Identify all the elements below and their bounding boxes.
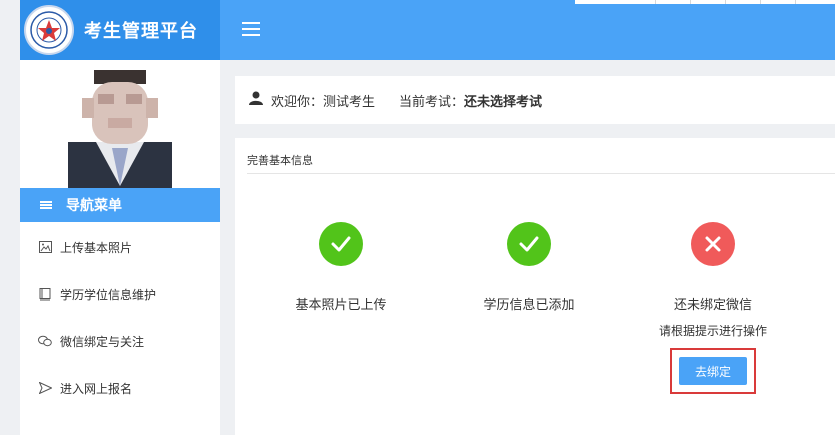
top-bar-strip — [575, 0, 835, 4]
sidebar-item-label: 微信绑定与关注 — [60, 334, 145, 349]
wechat-icon — [38, 334, 52, 348]
status-hint: 请根据提示进行操作 — [658, 324, 767, 338]
greeting-label: 欢迎你： — [271, 94, 324, 110]
image-icon — [38, 240, 52, 254]
nav-menu-title: 导航菜单 — [66, 198, 122, 214]
avatar — [66, 68, 174, 190]
send-icon — [38, 381, 52, 395]
nav-menu-header: 导航菜单 — [20, 188, 220, 222]
brand-header: 考生管理平台 — [20, 0, 220, 60]
status-label: 还未绑定微信 — [673, 298, 752, 313]
status-education-added: 学历信息已添加 — [459, 222, 599, 313]
check-icon — [507, 222, 551, 266]
sidebar-item-label: 上传基本照片 — [60, 240, 133, 255]
check-icon — [319, 222, 363, 266]
status-label: 基本照片已上传 — [295, 298, 387, 313]
book-icon — [38, 287, 52, 301]
emblem-icon — [30, 11, 68, 49]
user-name: 测试考生 — [323, 94, 376, 110]
current-exam-label: 当前考试： — [399, 94, 465, 110]
app-title: 考生管理平台 — [84, 21, 198, 42]
list-icon — [40, 201, 52, 209]
user-icon — [249, 91, 263, 109]
current-exam-value: 还未选择考试 — [464, 94, 543, 110]
logo — [24, 5, 74, 55]
sidebar-item-wechat[interactable]: 微信绑定与关注 — [20, 326, 220, 356]
close-icon — [691, 222, 735, 266]
welcome-bar: 欢迎你： 测试考生 当前考试： 还未选择考试 — [235, 76, 835, 124]
status-photo-uploaded: 基本照片已上传 — [271, 222, 411, 313]
bind-button-highlight: 去绑定 — [670, 348, 756, 394]
sidebar: 导航菜单 上传基本照片 学历学位信息维护 微信绑定与关注 进入网上报名 — [20, 60, 220, 435]
bind-wechat-button[interactable]: 去绑定 — [679, 357, 747, 385]
top-bar — [220, 0, 835, 60]
sidebar-item-label: 学历学位信息维护 — [60, 287, 157, 302]
card-title: 完善基本信息 — [247, 154, 313, 167]
sidebar-item-upload-photo[interactable]: 上传基本照片 — [20, 232, 220, 262]
profile-completion-card: 完善基本信息 基本照片已上传 学历信息已添加 还未绑定微信 请根据提示进行操作 … — [235, 138, 835, 435]
divider — [247, 173, 835, 174]
status-label: 学历信息已添加 — [483, 298, 575, 313]
sidebar-item-education[interactable]: 学历学位信息维护 — [20, 279, 220, 309]
sidebar-item-online-registration[interactable]: 进入网上报名 — [20, 373, 220, 403]
sidebar-item-label: 进入网上报名 — [60, 381, 133, 396]
menu-toggle-icon[interactable] — [242, 22, 260, 36]
status-wechat-unbound: 还未绑定微信 请根据提示进行操作 — [643, 222, 783, 339]
